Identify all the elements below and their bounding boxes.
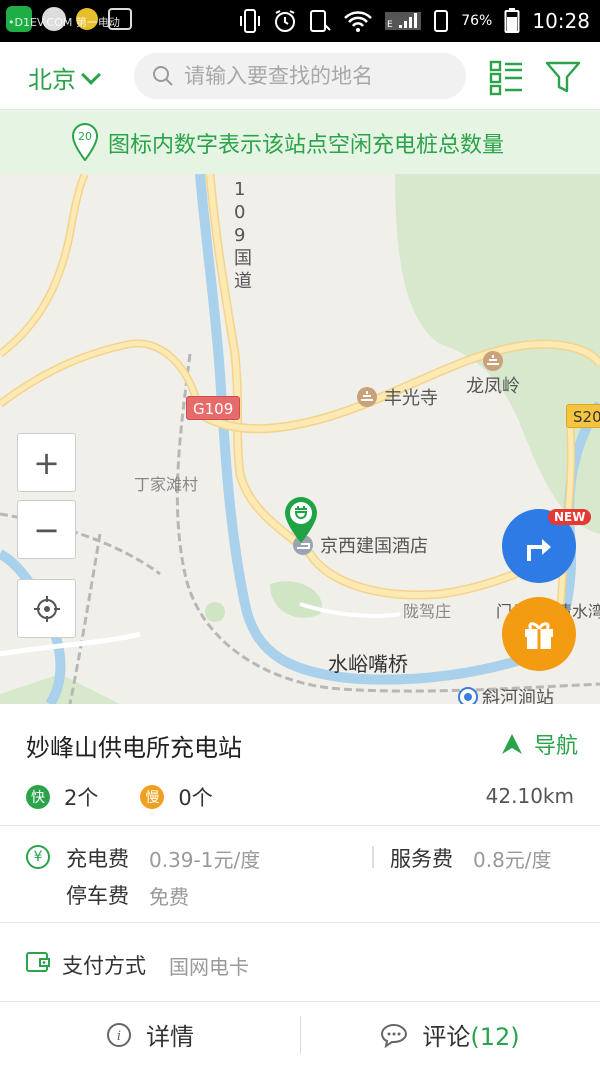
slow-charger-badge: 慢 <box>140 785 165 809</box>
chevron-down-icon <box>81 64 101 85</box>
battery-percent: 76% <box>461 13 493 29</box>
divider <box>0 922 600 923</box>
parking-fee-label: 停车费 <box>66 884 129 908</box>
search-input[interactable] <box>184 64 444 88</box>
gift-icon <box>525 622 553 649</box>
comment-icon <box>381 1023 408 1048</box>
station-name: 妙峰山供电所充电站 <box>26 734 242 762</box>
pin-number: 20 <box>78 130 92 143</box>
map-pin-icon: 20 <box>72 123 98 161</box>
notice-banner: 20 图标内数字表示该站点空闲充电桩总数量 <box>0 111 600 174</box>
clock: 10:28 <box>532 9 590 33</box>
city-selector[interactable]: 北京 <box>28 60 101 95</box>
zoom-out-button[interactable]: − <box>17 500 76 559</box>
poi-xiehejian: 斜河涧站 <box>458 684 554 704</box>
map-view[interactable]: G109 S20 109国道 丰光寺 龙凤岭 丁家滩村 京西建国酒店 陇驾庄 水… <box>0 174 600 704</box>
locate-button[interactable] <box>17 579 76 638</box>
new-tag: NEW <box>548 509 592 525</box>
phone-icon <box>434 10 449 32</box>
poi-fengguangsi-label: 丰光寺 <box>384 388 438 409</box>
comments-count: (12) <box>470 1023 520 1051</box>
filter-icon <box>545 61 581 93</box>
vibrate-icon <box>240 9 261 33</box>
alarm-icon <box>275 10 296 32</box>
temple-icon <box>483 351 503 371</box>
divider <box>372 846 374 868</box>
charger-counts: 快 2个 慢 0个 <box>26 782 213 812</box>
sim-icon <box>310 10 331 32</box>
svg-text:E: E <box>387 20 393 30</box>
gift-button[interactable] <box>502 597 576 671</box>
poi-fengguangsi: 丰光寺 <box>356 384 438 410</box>
poi-shuiyuzui: 水峪嘴桥 <box>328 652 408 676</box>
poi-longjiazhuang: 陇驾庄 <box>403 602 452 621</box>
station-info-panel: 妙峰山供电所充电站 导航 快 2个 慢 0个 42.10km ¥ 充电费 0.3… <box>0 704 600 1067</box>
navigate-label: 导航 <box>533 734 578 759</box>
svg-text:i: i <box>117 1029 121 1044</box>
status-bar: •D1EV.COM 第一电动 E 76% 10:28 <box>0 0 600 42</box>
tab-details[interactable]: i 详情 <box>0 1002 300 1067</box>
tab-comments-label: 评论 <box>422 1023 471 1051</box>
minus-icon: − <box>33 510 60 549</box>
road-badge-g109: G109 <box>186 396 241 420</box>
navigation-arrow-icon <box>501 734 522 754</box>
poi-longfengling: 龙凤岭 <box>466 350 520 398</box>
distance: 42.10km <box>485 784 574 808</box>
poi-xiehejian-label: 斜河涧站 <box>482 688 554 704</box>
tab-details-label: 详情 <box>146 1023 194 1051</box>
yuan-icon: ¥ <box>26 845 50 869</box>
charging-station-marker[interactable] <box>283 496 319 544</box>
service-fee-value: 0.8元/度 <box>473 848 552 872</box>
fast-charger-count: 2个 <box>64 786 99 810</box>
turn-right-arrow-icon <box>527 539 551 561</box>
payment-value: 国网电卡 <box>169 955 249 979</box>
plus-icon: + <box>33 443 60 482</box>
notice-text: 图标内数字表示该站点空闲充电桩总数量 <box>108 132 505 158</box>
charge-fee-label: 充电费 <box>66 847 129 871</box>
temple-icon <box>357 387 377 407</box>
divider <box>0 825 600 826</box>
service-fee-label: 服务费 <box>390 847 453 871</box>
road-label-109: 109国道 <box>234 179 252 292</box>
poi-jingxi-hotel-label: 京西建国酒店 <box>320 536 428 557</box>
battery-icon <box>504 8 520 33</box>
station-icon <box>458 687 478 704</box>
tab-comments[interactable]: 评论(12) <box>300 1002 600 1067</box>
top-header: 北京 <box>0 42 600 110</box>
navigate-button[interactable]: 导航 <box>500 728 578 760</box>
wifi-icon <box>344 11 373 32</box>
bottom-tab-bar: i 详情 评论(12) <box>0 1001 600 1067</box>
fast-charger-badge: 快 <box>26 785 50 809</box>
list-icon <box>489 60 522 96</box>
payment-label: 支付方式 <box>62 954 146 978</box>
info-icon: i <box>107 1022 131 1047</box>
crosshair-icon <box>33 595 60 622</box>
search-box[interactable] <box>134 53 466 99</box>
city-label: 北京 <box>28 66 76 94</box>
parking-fee-value: 免费 <box>149 885 189 909</box>
slow-charger-count: 0个 <box>178 786 213 810</box>
charge-fee-value: 0.39-1元/度 <box>149 848 261 872</box>
zoom-in-button[interactable]: + <box>17 433 76 492</box>
road-badge-s20: S20 <box>566 404 600 428</box>
watermark: •D1EV.COM 第一电动 <box>8 16 120 29</box>
filter-button[interactable] <box>544 58 582 96</box>
poi-longfengling-label: 龙凤岭 <box>466 376 520 397</box>
search-icon <box>153 66 173 86</box>
wallet-icon <box>26 952 50 972</box>
poi-dingjiatan: 丁家滩村 <box>134 475 199 494</box>
signal-icon: E <box>385 12 422 30</box>
list-view-button[interactable] <box>488 58 526 96</box>
